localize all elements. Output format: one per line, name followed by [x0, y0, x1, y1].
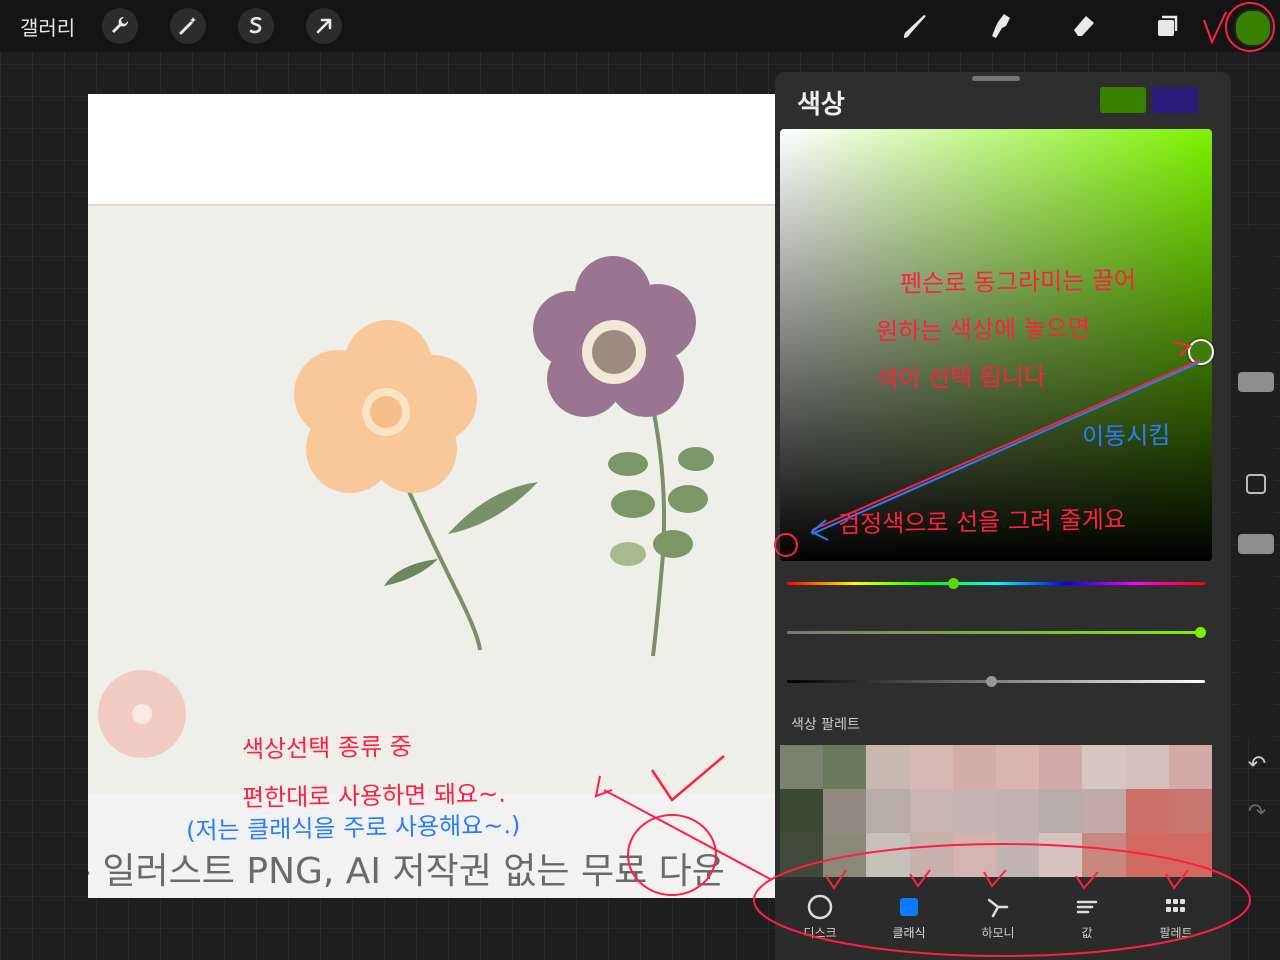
wrench-icon[interactable]: [102, 8, 138, 44]
palette-swatch[interactable]: [952, 745, 996, 789]
tab-palette[interactable]: 팔레트: [1131, 880, 1221, 950]
annotation-picker-line3: 색이 선택 됩니다: [875, 362, 1047, 394]
hue-slider[interactable]: [787, 582, 1205, 585]
value-sliders-icon: [1072, 892, 1102, 922]
palette-swatch[interactable]: [909, 789, 953, 833]
palette-swatch[interactable]: [1168, 745, 1212, 789]
tab-harmony[interactable]: 하모니: [953, 880, 1043, 950]
hue-slider-knob[interactable]: [948, 578, 959, 589]
transform-arrow-icon[interactable]: [306, 8, 342, 44]
eraser-icon[interactable]: [1066, 8, 1102, 44]
brush-icon[interactable]: [896, 8, 932, 44]
brush-size-slider[interactable]: [1238, 372, 1274, 392]
gallery-button[interactable]: 갤러리: [20, 12, 75, 41]
palette-swatch[interactable]: [823, 833, 867, 877]
palette-swatch[interactable]: [952, 789, 996, 833]
current-color-button[interactable]: [1234, 9, 1272, 47]
tab-value[interactable]: 값: [1042, 880, 1132, 950]
palette-swatch[interactable]: [1082, 833, 1126, 877]
palette-grid-icon: [1161, 892, 1191, 922]
modify-button[interactable]: [1246, 474, 1266, 494]
brightness-slider-knob[interactable]: [986, 676, 997, 687]
palette-swatch[interactable]: [1082, 789, 1126, 833]
primary-color-swatch[interactable]: [1100, 87, 1146, 113]
palette-swatch[interactable]: [1168, 833, 1212, 877]
classic-square-icon: [894, 892, 924, 922]
canvas-caption-text: - 일러스트 PNG, AI 저작권 없는 무료 다운: [88, 851, 725, 892]
selection-icon[interactable]: [238, 8, 274, 44]
palette-swatch[interactable]: [909, 745, 953, 789]
palette-swatch[interactable]: [1168, 789, 1212, 833]
palette-swatch[interactable]: [1039, 745, 1083, 789]
brush-opacity-slider[interactable]: [1238, 534, 1274, 554]
panel-grabber[interactable]: [972, 76, 1020, 81]
tab-label: 디스크: [803, 926, 837, 940]
layers-icon[interactable]: [1150, 8, 1186, 44]
palette-swatch[interactable]: [1125, 833, 1169, 877]
palette-swatch[interactable]: [1082, 745, 1126, 789]
panel-title: 색상: [797, 90, 845, 120]
color-mode-tabbar: 디스크 클래식 하모니 값 팔레트: [775, 880, 1231, 960]
palette-swatch[interactable]: [996, 833, 1040, 877]
palette-swatch[interactable]: [1125, 745, 1169, 789]
smudge-icon[interactable]: [982, 8, 1018, 44]
annotation-picker-line1: 펜슨로 동그라미는 끌어: [899, 265, 1137, 299]
palette-swatch[interactable]: [866, 789, 910, 833]
color-picker-handle[interactable]: [1188, 339, 1214, 365]
palette-swatch[interactable]: [952, 833, 996, 877]
palette-label: 색상 팔레트: [791, 717, 860, 733]
harmony-icon: [983, 892, 1013, 922]
palette-swatch[interactable]: [909, 833, 953, 877]
color-palette-grid: [780, 745, 1212, 877]
tab-label: 클래식: [892, 926, 926, 940]
secondary-color-swatch[interactable]: [1152, 87, 1198, 113]
annotation-canvas-line1: 색상선택 종류 중: [241, 732, 413, 764]
tab-label: 팔레트: [1159, 926, 1193, 940]
tab-label: 하모니: [981, 926, 1015, 940]
undo-icon[interactable]: ↶: [1244, 752, 1270, 778]
saturation-slider-knob[interactable]: [1195, 627, 1206, 638]
annotation-canvas-line3: (저는 클래식을 주로 사용해요~.): [185, 811, 521, 845]
top-toolbar: 갤러리: [0, 0, 1280, 52]
palette-swatch[interactable]: [823, 745, 867, 789]
annotation-picker-line2: 원하는 색상에 놓으면: [875, 314, 1091, 346]
tab-disc[interactable]: 디스크: [775, 880, 865, 950]
palette-swatch[interactable]: [1125, 789, 1169, 833]
palette-swatch[interactable]: [1039, 789, 1083, 833]
palette-swatch[interactable]: [866, 833, 910, 877]
palette-swatch[interactable]: [996, 745, 1040, 789]
tab-classic[interactable]: 클래식: [864, 880, 954, 950]
tab-label: 값: [1081, 926, 1093, 940]
magic-wand-icon[interactable]: [170, 8, 206, 44]
annotation-black-note: 검정색으로 선을 그려 줄게요: [837, 505, 1127, 539]
palette-swatch[interactable]: [780, 833, 824, 877]
palette-swatch[interactable]: [866, 745, 910, 789]
brush-sidebar: [1238, 228, 1274, 738]
annotation-move-note: 이동시킴: [1081, 421, 1171, 451]
palette-swatch[interactable]: [780, 745, 824, 789]
redo-icon[interactable]: ↷: [1244, 800, 1270, 826]
color-square-picker[interactable]: [780, 129, 1214, 561]
disc-icon: [805, 892, 835, 922]
palette-swatch[interactable]: [823, 789, 867, 833]
palette-swatch[interactable]: [996, 789, 1040, 833]
palette-swatch[interactable]: [780, 789, 824, 833]
saturation-slider[interactable]: [787, 631, 1205, 634]
palette-swatch[interactable]: [1039, 833, 1083, 877]
